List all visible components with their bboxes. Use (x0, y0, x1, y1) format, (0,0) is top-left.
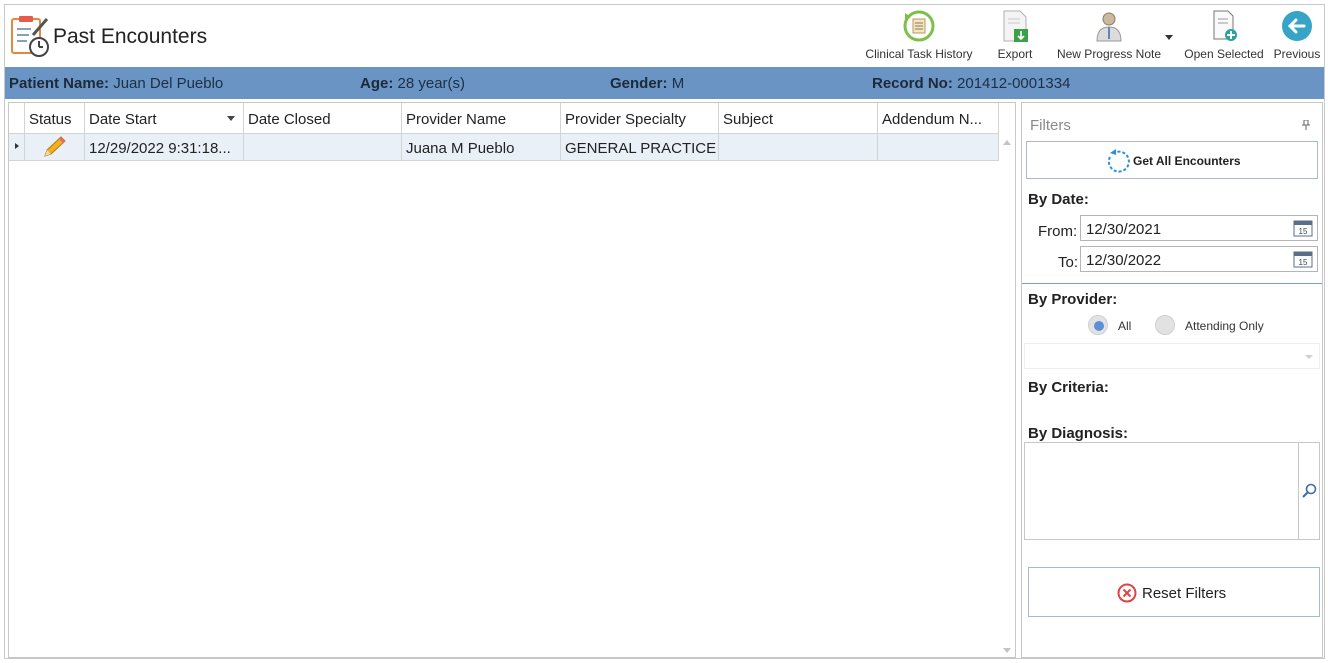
row-indicator (9, 134, 25, 160)
patient-age: Age: 28 year(s) (360, 75, 465, 92)
radio-attending-only[interactable]: Attending Only (1155, 315, 1275, 335)
chevron-down-icon (1305, 355, 1313, 359)
patient-info-bar: Patient Name: Juan Del Pueblo Age: 28 ye… (5, 67, 1324, 99)
column-header-date-closed[interactable]: Date Closed (244, 103, 402, 133)
scroll-down-icon[interactable] (1003, 648, 1011, 653)
subject-cell[interactable] (719, 134, 878, 160)
patient-name-label: Patient Name: (9, 75, 110, 92)
open-document-icon (1213, 10, 1237, 41)
status-cell[interactable] (25, 134, 85, 160)
filters-divider (1022, 283, 1322, 284)
to-date-input[interactable]: 12/30/2022 15 (1080, 246, 1318, 272)
provider-name-cell[interactable]: Juana M Pueblo (402, 134, 561, 160)
clipboard-clock-icon (9, 13, 53, 59)
search-icon (1302, 483, 1317, 498)
radio-attending-label: Attending Only (1185, 319, 1264, 333)
addendum-cell[interactable] (878, 134, 999, 160)
grid-header: Status Date Start Date Closed Provider N… (9, 103, 999, 134)
patient-record-no: Record No: 201412-0001334 (872, 75, 1070, 92)
patient-age-label: Age: (360, 75, 394, 92)
row-indicator-arrow-icon (15, 143, 19, 149)
radio-all-circle (1088, 315, 1108, 335)
radio-attending-circle (1155, 315, 1175, 335)
previous-label: Previous (1273, 47, 1321, 61)
patient-gender: Gender: M (610, 75, 684, 92)
date-start-cell[interactable]: 12/29/2022 9:31:18... (85, 134, 244, 160)
diagnosis-input[interactable] (1024, 442, 1299, 540)
export-icon (1003, 10, 1028, 42)
by-provider-label: By Provider: (1028, 291, 1118, 308)
from-label: From: (1038, 223, 1078, 240)
column-header-date-start-label: Date Start (89, 111, 157, 128)
doctor-icon (1096, 12, 1122, 42)
svg-text:15: 15 (1299, 258, 1308, 267)
reset-x-icon (1117, 583, 1137, 603)
open-selected-button[interactable]: Open Selected (1181, 7, 1267, 65)
column-header-addendum[interactable]: Addendum N... (878, 103, 999, 133)
export-label: Export (997, 47, 1033, 61)
by-date-label: By Date: (1028, 191, 1089, 208)
sort-descending-icon (227, 116, 235, 121)
grid-vertical-scrollbar[interactable] (999, 134, 1015, 657)
to-label: To: (1058, 254, 1079, 271)
by-diagnosis-label: By Diagnosis: (1028, 425, 1129, 442)
column-header-provider-specialty[interactable]: Provider Specialty (561, 103, 719, 133)
reset-filters-label: Reset Filters (1142, 585, 1227, 602)
diagnosis-search-button[interactable] (1299, 442, 1320, 540)
past-encounters-window: Past Encounters Clinical Task History Ex… (4, 4, 1325, 659)
scroll-up-icon[interactable] (1003, 140, 1011, 145)
new-progress-note-dropdown-arrow[interactable] (1165, 35, 1173, 40)
pencil-icon (44, 136, 66, 157)
patient-name-value: Juan Del Pueblo (113, 75, 224, 92)
header: Past Encounters Clinical Task History Ex… (5, 5, 1324, 67)
open-selected-label: Open Selected (1184, 47, 1264, 61)
new-progress-note-button[interactable]: New Progress Note (1053, 7, 1165, 65)
patient-gender-label: Gender: (610, 75, 668, 92)
pin-icon[interactable] (1302, 117, 1310, 135)
page-title: Past Encounters (53, 25, 208, 48)
column-header-provider-name[interactable]: Provider Name (402, 103, 561, 133)
radio-all[interactable]: All (1088, 315, 1158, 335)
filters-title: Filters (1030, 117, 1071, 134)
patient-record-value: 201412-0001334 (957, 75, 1071, 92)
get-all-encounters-label: Get All Encounters (1133, 154, 1241, 168)
arrow-left-icon (1282, 11, 1312, 41)
export-button[interactable]: Export (993, 7, 1037, 65)
history-icon (903, 10, 935, 42)
svg-text:15: 15 (1299, 227, 1308, 236)
get-all-encounters-button[interactable]: Get All Encounters (1026, 141, 1318, 179)
filters-panel: Filters Get All Encounters By Date: From… (1021, 102, 1323, 658)
patient-age-value: 28 year(s) (397, 75, 466, 92)
clinical-task-history-label: Clinical Task History (865, 47, 973, 61)
row-indicator-header (9, 103, 25, 133)
radio-all-label: All (1118, 319, 1132, 333)
patient-gender-value: M (671, 75, 685, 92)
column-header-status[interactable]: Status (25, 103, 85, 133)
new-progress-note-label: New Progress Note (1056, 47, 1162, 61)
clinical-task-history-button[interactable]: Clinical Task History (863, 7, 975, 65)
from-date-input[interactable]: 12/30/2021 15 (1080, 215, 1318, 241)
calendar-icon[interactable]: 15 (1293, 219, 1313, 242)
patient-name: Patient Name: Juan Del Pueblo (9, 75, 223, 92)
patient-record-label: Record No: (872, 75, 953, 92)
encounters-grid: Status Date Start Date Closed Provider N… (8, 102, 1016, 658)
radio-selected-dot (1094, 321, 1104, 331)
provider-select[interactable] (1024, 343, 1320, 369)
table-row[interactable]: 12/29/2022 9:31:18... Juana M Pueblo GEN… (9, 134, 999, 161)
by-criteria-label: By Criteria: (1028, 379, 1109, 396)
column-header-subject[interactable]: Subject (719, 103, 878, 133)
provider-specialty-cell[interactable]: GENERAL PRACTICE (561, 134, 719, 160)
date-closed-cell[interactable] (244, 134, 402, 160)
from-date-value: 12/30/2021 (1086, 221, 1162, 238)
previous-button[interactable]: Previous (1271, 7, 1323, 65)
refresh-icon (1107, 149, 1130, 173)
to-date-value: 12/30/2022 (1086, 252, 1162, 269)
column-header-date-start[interactable]: Date Start (85, 103, 244, 133)
reset-filters-button[interactable]: Reset Filters (1028, 567, 1320, 617)
calendar-icon[interactable]: 15 (1293, 250, 1313, 273)
